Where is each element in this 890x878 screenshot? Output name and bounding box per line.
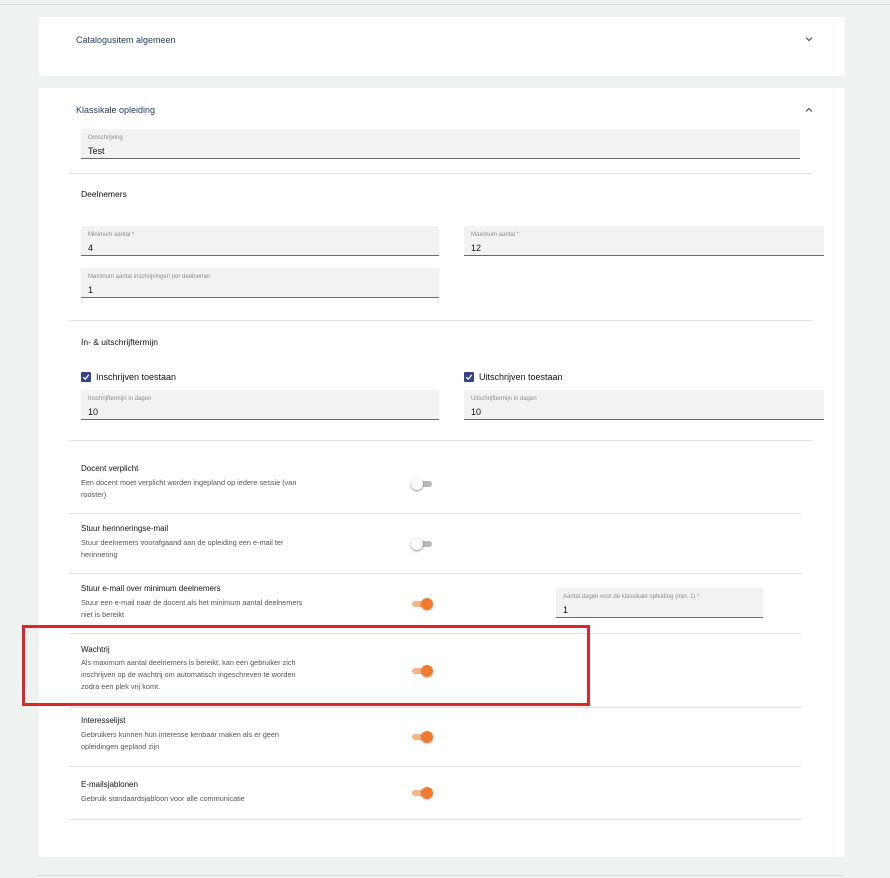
description-value: Test bbox=[88, 146, 105, 156]
option-title-reminder-email: Stuur herinneringse-mail bbox=[81, 524, 169, 533]
enroll-allowed-checkbox[interactable]: Inschrijven toestaan bbox=[81, 372, 176, 382]
divider bbox=[69, 573, 802, 574]
min-days-value: 1 bbox=[563, 605, 569, 615]
description-label: Omschrijving bbox=[88, 135, 123, 141]
option-title-email-templates: E-mailsjablonen bbox=[81, 780, 138, 789]
max-enrollments-per-participant-field[interactable]: Maximum aantal inschrijvingen per deelne… bbox=[81, 268, 439, 298]
unenroll-days-value: 10 bbox=[471, 407, 482, 417]
chevron-up-icon[interactable] bbox=[804, 105, 814, 115]
divider bbox=[69, 707, 802, 708]
option-title-teacher-required: Docent verplicht bbox=[81, 464, 139, 473]
top-divider bbox=[0, 4, 890, 5]
participants-heading: Deelnemers bbox=[81, 189, 127, 199]
min-participants-field[interactable]: Minimum aantal * 4 bbox=[81, 226, 439, 256]
option-desc-min-participants-email: Stuur een e-mail naar de docent als het … bbox=[81, 598, 303, 619]
enroll-allowed-label[interactable]: Inschrijven toestaan bbox=[96, 372, 176, 382]
option-title-interest-list: Interesselijst bbox=[81, 716, 126, 725]
option-desc-reminder-email: Stuur deelnemers voorafgaand aan de ople… bbox=[81, 538, 284, 559]
unenroll-allowed-checkbox[interactable]: Uitschrijven toestaan bbox=[464, 372, 563, 382]
min-days-field[interactable]: Aantal dagen voor de klassikale opleidin… bbox=[556, 588, 763, 618]
divider bbox=[69, 819, 802, 820]
bottom-divider bbox=[38, 875, 844, 876]
checkbox-checked-icon[interactable] bbox=[81, 372, 91, 382]
enroll-days-label: Inschrijftermijn in dagen bbox=[88, 396, 152, 402]
panel-classroom: Klassikale opleiding Omschrijving Test D… bbox=[39, 88, 845, 857]
description-field[interactable]: Omschrijving Test bbox=[81, 129, 800, 159]
max-enrollments-label: Maximum aantal inschrijvingen per deelne… bbox=[88, 274, 211, 280]
panel-classroom-title[interactable]: Klassikale opleiding bbox=[76, 105, 155, 115]
unenroll-days-label: Uitschrijftermijn in dagen bbox=[471, 396, 537, 402]
checkbox-checked-icon[interactable] bbox=[464, 372, 474, 382]
enroll-days-field[interactable]: Inschrijftermijn in dagen 10 bbox=[81, 390, 439, 420]
toggle-reminder-email[interactable] bbox=[411, 537, 433, 551]
toggle-email-templates[interactable] bbox=[411, 786, 433, 800]
unenroll-days-field[interactable]: Uitschrijftermijn in dagen 10 bbox=[464, 390, 824, 420]
unenroll-allowed-label[interactable]: Uitschrijven toestaan bbox=[479, 372, 563, 382]
terms-heading: In- & uitschrijftermijn bbox=[81, 337, 158, 347]
divider bbox=[69, 513, 802, 514]
chevron-down-icon[interactable] bbox=[804, 34, 814, 44]
toggle-interest-list[interactable] bbox=[411, 730, 433, 744]
divider bbox=[69, 173, 812, 174]
panel-general[interactable]: Catalogusitem algemeen bbox=[39, 17, 845, 76]
option-title-min-participants-email: Stuur e-mail over minimum deelnemers bbox=[81, 584, 221, 593]
enroll-days-value: 10 bbox=[88, 407, 99, 417]
max-participants-label: Maximum aantal * bbox=[471, 232, 520, 238]
max-enrollments-value: 1 bbox=[88, 285, 94, 295]
min-days-label: Aantal dagen voor de klassikale opleidin… bbox=[563, 594, 700, 600]
toggle-teacher-required[interactable] bbox=[411, 477, 433, 491]
option-desc-teacher-required: Een docent moet verplicht worden ingepla… bbox=[81, 478, 297, 499]
option-desc-interest-list: Gebruikers kunnen hun interesse kenbaar … bbox=[81, 730, 279, 751]
divider bbox=[69, 320, 812, 321]
option-desc-email-templates: Gebruik standaardsjabloon voor alle comm… bbox=[81, 794, 245, 803]
max-participants-field[interactable]: Maximum aantal * 12 bbox=[464, 226, 824, 256]
min-participants-value: 4 bbox=[88, 243, 94, 253]
panel-general-title[interactable]: Catalogusitem algemeen bbox=[76, 35, 176, 45]
divider bbox=[69, 440, 812, 441]
highlight-box bbox=[22, 625, 590, 706]
divider bbox=[69, 766, 802, 767]
min-participants-label: Minimum aantal * bbox=[88, 232, 135, 238]
toggle-min-participants-email[interactable] bbox=[411, 597, 433, 611]
max-participants-value: 12 bbox=[471, 243, 482, 253]
